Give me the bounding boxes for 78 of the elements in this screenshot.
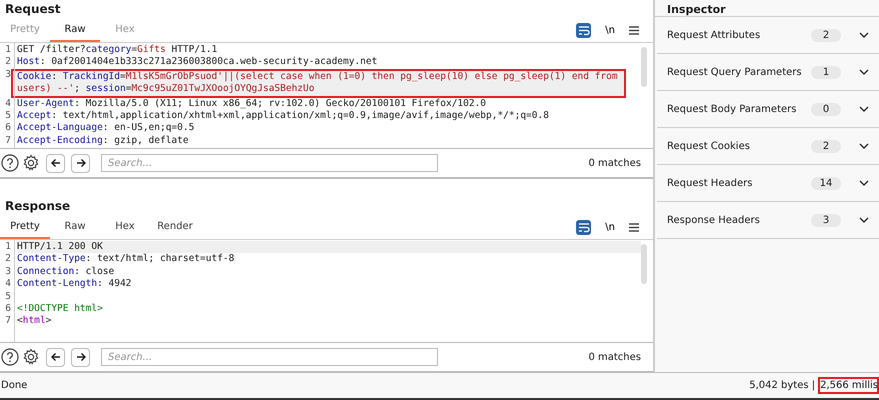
line-number: 5 <box>4 290 11 304</box>
inspector-section[interactable]: Request Headers 14 <box>657 165 879 202</box>
view-tab[interactable]: Hex <box>100 215 150 239</box>
count-badge: 3 <box>811 214 841 226</box>
line-number: 7 <box>4 315 11 328</box>
pane-title: Response <box>4 198 72 215</box>
response-size: 5,042 bytes | <box>749 380 816 391</box>
back-button[interactable] <box>46 348 65 366</box>
inspector-section[interactable]: Request Cookies 2 <box>657 128 879 165</box>
inspector-section[interactable]: Response Headers 3 <box>657 202 879 239</box>
count-badge: 2 <box>811 140 841 152</box>
line-number: 5 <box>4 110 11 122</box>
chevron-icon[interactable] <box>859 143 869 149</box>
inspector-title: Inspector <box>667 4 726 16</box>
code-line: Content-Type: text/html; charset=utf-8 <box>17 253 236 266</box>
inspector-section[interactable]: Request Body Parameters 0 <box>657 91 879 128</box>
chevron-icon[interactable] <box>859 69 869 75</box>
chevron-icon[interactable] <box>859 180 869 186</box>
word-wrap-button[interactable] <box>576 22 592 38</box>
code-line: <!DOCTYPE html> <box>17 303 104 316</box>
word-wrap-button[interactable] <box>576 220 592 234</box>
left-arrow-icon <box>50 352 60 362</box>
count-badge: 1 <box>811 66 841 78</box>
code-line: <html> <box>17 315 52 328</box>
right-arrow-icon <box>76 158 86 168</box>
code-line: GET /filter?category=Gifts HTTP/1.1 <box>17 44 218 56</box>
menu-icon[interactable] <box>629 26 639 34</box>
inspector-section[interactable]: Request Query Parameters 1 <box>657 54 879 91</box>
line-number: 7 <box>4 134 11 148</box>
forward-button[interactable] <box>71 154 90 172</box>
scrollbar-thumb[interactable] <box>641 47 647 87</box>
match-count: 0 matches <box>588 352 641 362</box>
settings-icon[interactable] <box>22 348 40 366</box>
code-line: Accept-Language: en-US,en;q=0.5 <box>17 122 196 135</box>
view-tab[interactable]: Raw <box>50 215 100 239</box>
view-tab[interactable]: Render <box>150 215 200 239</box>
newline-toggle[interactable]: \n <box>605 222 615 232</box>
right-arrow-icon <box>76 352 86 362</box>
count-badge: 2 <box>811 28 841 42</box>
status-text: Done <box>1 380 28 391</box>
pane-title: Request <box>4 1 62 18</box>
forward-button[interactable] <box>71 348 90 366</box>
view-tab[interactable]: Pretty <box>0 215 50 239</box>
line-number: 2 <box>4 56 11 69</box>
code-line: Host: 0af2001404e1b333c271a236003800ca.web-security-academy.net <box>17 56 378 69</box>
count-badge: 0 <box>811 102 841 116</box>
line-number: 1 <box>4 241 11 254</box>
menu-icon[interactable] <box>629 222 639 232</box>
chevron-icon[interactable] <box>859 217 869 223</box>
code-line: Content-Length: 4942 <box>17 278 132 291</box>
line-number: 3 <box>4 68 11 82</box>
code-line: User-Agent: Mozilla/5.0 (X11; Linux x86_64; rv:102.0) Gecko/20100101 Firefox/102.0 <box>17 98 488 110</box>
code-line: Connection: close <box>17 266 116 278</box>
scrollbar-thumb[interactable] <box>641 244 647 284</box>
line-number: 6 <box>4 303 11 316</box>
code-line: Accept-Encoding: gzip, deflate <box>17 134 190 148</box>
help-icon[interactable] <box>1 154 19 172</box>
line-number: 4 <box>4 98 11 110</box>
line-number: 6 <box>4 122 11 135</box>
line-number: 3 <box>4 266 11 278</box>
line-number: 2 <box>4 253 11 266</box>
inspector-section[interactable]: Request Attributes 2 <box>657 17 879 54</box>
chevron-icon[interactable] <box>859 32 869 38</box>
count-badge: 14 <box>811 176 841 190</box>
code-line: Accept: text/html,application/xhtml+xml,application/xml;q=0.9,image/avif,image/webp,*/*;q=0.8 <box>17 110 550 122</box>
line-number: 4 <box>4 278 11 291</box>
search-field[interactable]: Search... <box>101 348 438 366</box>
back-button[interactable] <box>46 154 65 172</box>
view-tab[interactable]: Raw <box>50 18 100 42</box>
chevron-icon[interactable] <box>859 106 869 112</box>
left-arrow-icon <box>50 158 60 168</box>
settings-icon[interactable] <box>22 154 40 172</box>
line-number: 1 <box>4 44 11 56</box>
response-time: 2,566 millis <box>818 377 879 394</box>
help-icon[interactable] <box>1 348 19 366</box>
newline-toggle[interactable]: \n <box>605 24 615 36</box>
match-count: 0 matches <box>588 158 641 168</box>
search-field[interactable]: Search... <box>101 154 438 172</box>
